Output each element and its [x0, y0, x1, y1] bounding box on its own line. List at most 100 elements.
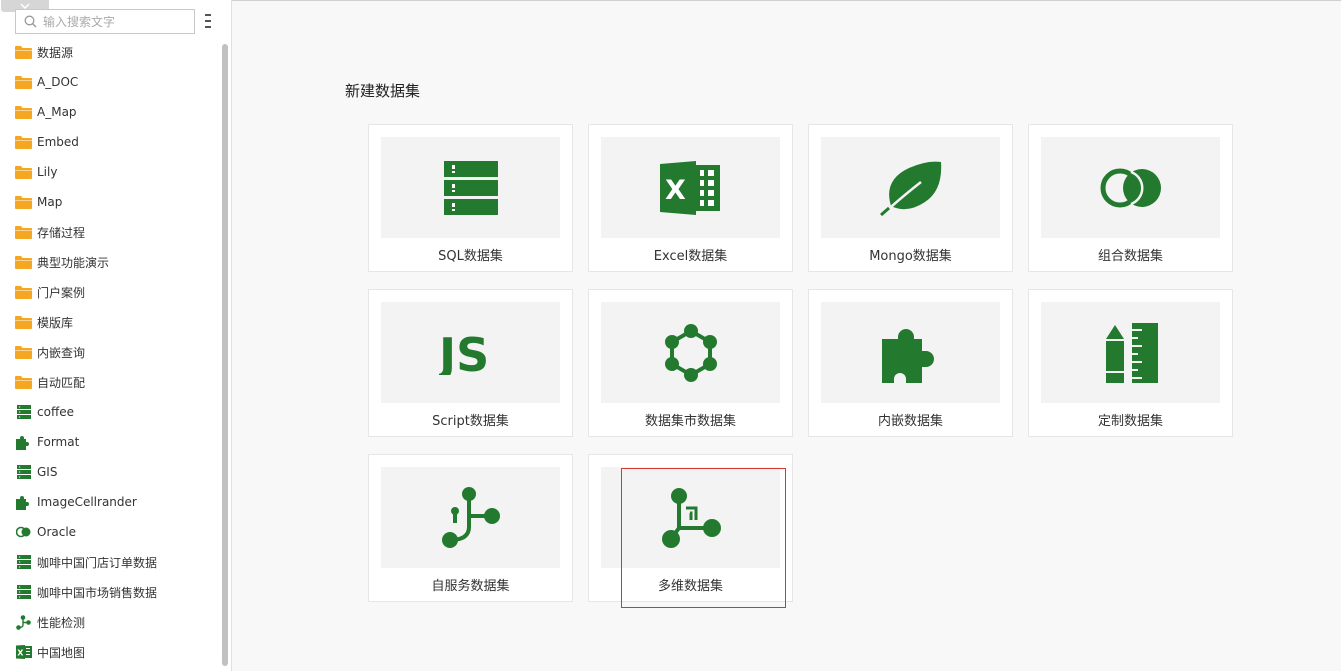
- card-label: 组合数据集: [1097, 249, 1163, 264]
- tree-item-label: Map: [37, 195, 63, 209]
- tree-item-label: 模版库: [37, 315, 74, 330]
- tree-item[interactable]: 自动匹配: [0, 367, 220, 397]
- tree-item[interactable]: Format: [0, 427, 220, 457]
- database-icon: [15, 585, 32, 599]
- leaf-icon: [821, 137, 1000, 238]
- database-icon: [15, 465, 32, 479]
- cube-axis-icon: [601, 467, 780, 568]
- folder-icon: [15, 285, 32, 299]
- svg-text:JS: JS: [439, 331, 489, 375]
- search-input[interactable]: [43, 14, 183, 29]
- card-label: 内嵌数据集: [877, 414, 943, 429]
- folder-icon: [15, 195, 32, 209]
- card-label: Script数据集: [432, 414, 509, 429]
- excel-icon: X: [15, 645, 32, 659]
- tree-item[interactable]: 数据源: [0, 37, 220, 67]
- excel-icon: X: [601, 137, 780, 238]
- dataset-type-card[interactable]: X Excel数据集: [588, 124, 793, 272]
- tree-item[interactable]: 模版库: [0, 307, 220, 337]
- card-label: SQL数据集: [438, 249, 503, 264]
- tree-item[interactable]: 咖啡中国门店订单数据: [0, 547, 220, 577]
- tree-item-label: 数据源: [37, 45, 74, 60]
- dataset-type-card[interactable]: 数据集市数据集: [588, 289, 793, 437]
- database-icon: [15, 555, 32, 569]
- card-label: 数据集市数据集: [644, 414, 736, 429]
- tree-item-label: Lily: [37, 165, 58, 179]
- tree-item-label: 典型功能演示: [37, 255, 110, 270]
- tree-item[interactable]: ImageCellrander: [0, 487, 220, 517]
- resource-tree: 数据源 A_DOC A_Map Embed Lily Map 存储过程典型功能演示 门户案例模…: [0, 37, 220, 667]
- js-icon: JS: [381, 302, 560, 403]
- tree-item[interactable]: 典型功能演示: [0, 247, 220, 277]
- tree-item[interactable]: Embed: [0, 127, 220, 157]
- tree-item[interactable]: 门户案例: [0, 277, 220, 307]
- dataset-type-card[interactable]: Mongo数据集: [808, 124, 1013, 272]
- circles-icon: [15, 525, 32, 539]
- database-icon: [15, 405, 32, 419]
- tree-item-label: 门户案例: [37, 285, 86, 300]
- tree-item-label: ImageCellrander: [37, 495, 137, 509]
- menu-icon[interactable]: [205, 14, 213, 28]
- tree-item[interactable]: 存储过程: [0, 217, 220, 247]
- tree-item-label: 咖啡中国门店订单数据: [37, 555, 158, 570]
- card-label: Mongo数据集: [869, 249, 952, 264]
- main-panel: 新建数据集 SQL数据集 X Excel数据集 Mongo数据集 组合数据集 JS Scri…: [232, 0, 1341, 671]
- folder-icon: [15, 75, 32, 89]
- dataset-type-card[interactable]: 组合数据集: [1028, 124, 1233, 272]
- card-label: 定制数据集: [1097, 414, 1163, 429]
- tree-item-label: Embed: [37, 135, 79, 149]
- tree-item-label: Oracle: [37, 525, 77, 539]
- folder-icon: [15, 315, 32, 329]
- tree-item-label: 存储过程: [37, 225, 86, 240]
- tree-item-label: coffee: [37, 405, 74, 419]
- tree-item[interactable]: 内嵌查询: [0, 337, 220, 367]
- folder-icon: [15, 375, 32, 389]
- tree-item[interactable]: GIS: [0, 457, 220, 487]
- tree-item[interactable]: coffee: [0, 397, 220, 427]
- page-title: 新建数据集: [345, 82, 421, 100]
- search-icon: [24, 15, 37, 28]
- dataset-type-card[interactable]: JS Script数据集: [368, 289, 573, 437]
- tree-item-label: 自动匹配: [37, 375, 86, 390]
- dataset-type-card[interactable]: 内嵌数据集: [808, 289, 1013, 437]
- folder-icon: [15, 255, 32, 269]
- tree-item[interactable]: 咖啡中国市场销售数据: [0, 577, 220, 607]
- sidebar-scrollbar[interactable]: [222, 44, 228, 666]
- tree-item-label: GIS: [37, 465, 58, 479]
- hexagon-network-icon: [601, 302, 780, 403]
- branch-icon: [15, 614, 32, 630]
- database-icon: [381, 137, 560, 238]
- tree-item[interactable]: 性能检测: [0, 607, 220, 637]
- svg-text:X: X: [665, 175, 686, 206]
- pencil-ruler-icon: [1041, 302, 1220, 403]
- folder-icon: [15, 135, 32, 149]
- dataset-type-card[interactable]: 多维数据集: [588, 454, 793, 602]
- card-label: Excel数据集: [653, 249, 728, 264]
- card-label: 自服务数据集: [431, 579, 510, 594]
- tree-item-label: 内嵌查询: [37, 345, 86, 360]
- puzzle-icon: [15, 435, 32, 450]
- svg-text:X: X: [17, 649, 24, 658]
- search-box[interactable]: [15, 9, 195, 34]
- puzzle-icon: [821, 302, 1000, 403]
- puzzle-icon: [15, 495, 32, 510]
- card-label: 多维数据集: [657, 579, 723, 594]
- tree-item-label: 性能检测: [37, 615, 86, 630]
- folder-icon: [15, 165, 32, 179]
- folder-icon: [15, 105, 32, 119]
- tree-item[interactable]: X 中国地图: [0, 637, 220, 667]
- circles-icon: [1041, 137, 1220, 238]
- tree-item[interactable]: A_DOC: [0, 67, 220, 97]
- tree-item-label: 中国地图: [37, 645, 86, 660]
- dataset-type-card[interactable]: 自服务数据集: [368, 454, 573, 602]
- tree-item[interactable]: Map: [0, 187, 220, 217]
- tree-item-label: A_DOC: [37, 75, 79, 89]
- tree-item[interactable]: Lily: [0, 157, 220, 187]
- folder-icon: [15, 45, 32, 59]
- tree-item[interactable]: A_Map: [0, 97, 220, 127]
- tree-item[interactable]: Oracle: [0, 517, 220, 547]
- branch-icon: [381, 467, 560, 568]
- dataset-type-card[interactable]: SQL数据集: [368, 124, 573, 272]
- dataset-type-card[interactable]: 定制数据集: [1028, 289, 1233, 437]
- sidebar: 数据源 A_DOC A_Map Embed Lily Map 存储过程典型功能演示门户案例模…: [0, 0, 232, 671]
